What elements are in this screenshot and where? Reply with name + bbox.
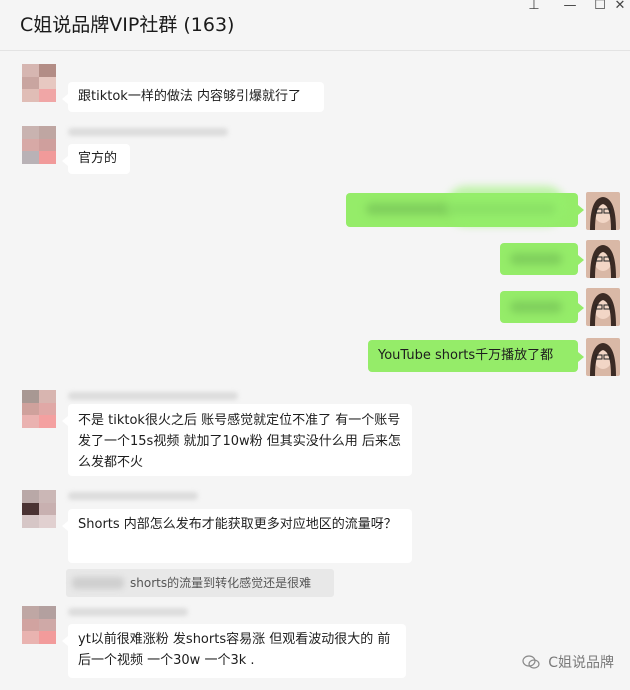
wechat-icon — [522, 655, 540, 669]
my-avatar[interactable] — [586, 338, 620, 376]
avatar[interactable] — [22, 490, 56, 528]
pin-icon[interactable]: ⊥ — [526, 0, 542, 13]
sender-name-blurred — [68, 128, 228, 136]
message-bubble[interactable]: 跟tiktok一样的做法 内容够引爆就行了 — [62, 82, 324, 112]
my-avatar[interactable] — [586, 192, 620, 230]
message-bubble[interactable]: Shorts 内部怎么发布才能获取更多对应地区的流量呀？ — [62, 509, 412, 563]
my-avatar[interactable] — [586, 288, 620, 326]
redaction-smear — [446, 186, 566, 226]
watermark: C姐说品牌 — [522, 652, 614, 672]
minimize-icon[interactable]: — — [562, 0, 578, 13]
message-bubble[interactable]: YouTube shorts千万播放了都 — [368, 340, 584, 372]
watermark-text: C姐说品牌 — [548, 655, 614, 671]
message-bubble-blurred[interactable] — [500, 243, 584, 275]
message-bubble[interactable]: 官方的 — [62, 144, 130, 174]
chat-header: C姐说品牌VIP社群 (163) ⊥ — ☐ ✕ — [0, 0, 630, 51]
message-bubble-blurred[interactable] — [500, 291, 584, 323]
avatar[interactable] — [22, 390, 56, 428]
sender-name-blurred — [68, 492, 198, 500]
avatar[interactable] — [22, 64, 56, 102]
message-bubble[interactable]: yt以前很难涨粉 发shorts容易涨 但观看波动很大的 前后一个视频 一个30… — [62, 624, 406, 678]
avatar[interactable] — [22, 126, 56, 164]
my-avatar[interactable] — [586, 240, 620, 278]
chat-title: C姐说品牌VIP社群 (163) — [20, 14, 235, 36]
maximize-icon[interactable]: ☐ — [592, 0, 608, 13]
quoted-message[interactable]: shorts的流量到转化感觉还是很难 — [66, 569, 334, 597]
quoted-sender-blurred — [72, 577, 124, 589]
avatar[interactable] — [22, 606, 56, 644]
close-icon[interactable]: ✕ — [612, 0, 628, 13]
message-bubble[interactable]: 不是 tiktok很火之后 账号感觉就定位不准了 有一个账号发了一个15s视频 … — [62, 404, 412, 476]
quoted-text: shorts的流量到转化感觉还是很难 — [130, 576, 312, 590]
sender-name-blurred — [68, 392, 238, 400]
sender-name-blurred — [68, 608, 188, 616]
